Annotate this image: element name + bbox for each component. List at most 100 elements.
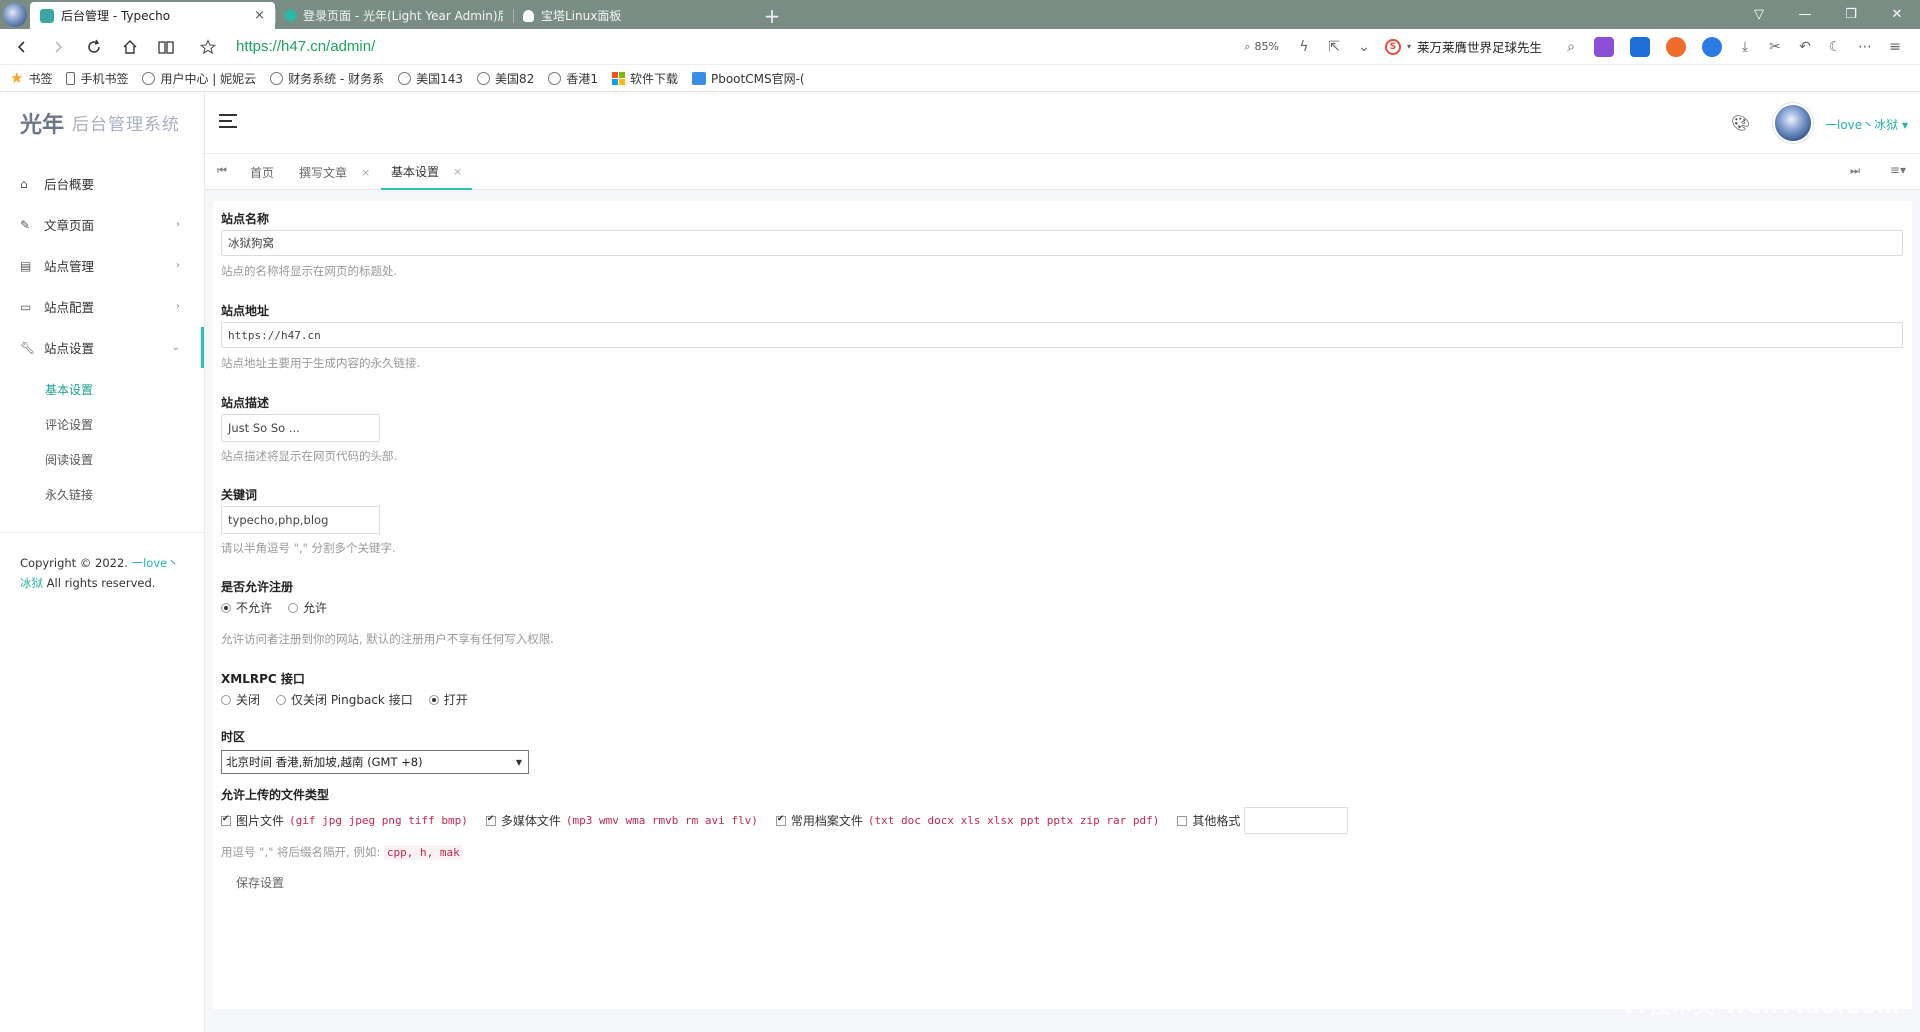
xmlrpc-pingback-off-radio[interactable]: 仅关闭 Pingback 接口: [276, 691, 413, 708]
filetype-other-checkbox[interactable]: 其他格式: [1177, 812, 1240, 829]
bookmark-item[interactable]: 用户中心 | 妮妮云: [142, 70, 256, 87]
filetype-archive-checkbox[interactable]: 常用档案文件 (txt doc docx xls xlsx ppt pptx z…: [775, 812, 1159, 829]
dropdown-arrow-icon: ▼: [515, 757, 522, 767]
close-icon[interactable]: ×: [453, 165, 462, 178]
scissors-icon[interactable]: ✂: [1760, 39, 1790, 55]
site-desc-label: 站点描述: [221, 396, 270, 410]
bookmark-folder[interactable]: ★ 书签: [10, 69, 52, 87]
bookmark-item[interactable]: 香港1: [548, 70, 598, 87]
xmlrpc-options: 关闭 仅关闭 Pingback 接口 打开: [221, 691, 484, 708]
register-help: 允许访问者注册到你的网站, 默认的注册用户不享有任何写入权限.: [221, 632, 554, 646]
keywords-input[interactable]: typecho,php,blog: [221, 506, 380, 534]
back-icon[interactable]: [4, 29, 40, 65]
filetype-images-checkbox[interactable]: 图片文件 (gif jpg jpeg png tiff bmp): [221, 812, 468, 829]
reload-icon[interactable]: [76, 29, 112, 65]
filetypes-help: 用逗号 "," 将后缀名隔开, 例如: cpp, h, mak: [221, 844, 463, 860]
other-format-input[interactable]: [1244, 807, 1349, 834]
home-icon[interactable]: [112, 29, 148, 65]
globe-icon: [548, 71, 562, 85]
bookmark-mobile[interactable]: 手机书签: [66, 70, 128, 87]
globe-icon: [398, 71, 412, 85]
site-url-input[interactable]: https://h47.cn: [221, 322, 1903, 348]
register-deny-radio[interactable]: 不允许: [221, 599, 272, 616]
site-desc-input[interactable]: Just So So ...: [221, 414, 380, 442]
tabs-menu-icon[interactable]: ≡▾: [1890, 163, 1906, 177]
submenu-permalink[interactable]: 永久链接: [0, 477, 204, 512]
sidebar-item-site-config[interactable]: ▭ 站点配置 ›: [0, 286, 204, 327]
new-tab-button[interactable]: +: [753, 2, 791, 29]
xmlrpc-off-radio[interactable]: 关闭: [221, 691, 260, 708]
sidebar-item-overview[interactable]: ⌂ 后台概要: [0, 163, 204, 204]
hamburger-icon[interactable]: [219, 114, 237, 128]
site-url-label: 站点地址: [221, 304, 270, 318]
browser-tab-strip: 后台管理 - Typecho × 登录页面 - 光年(Light Year Ad…: [0, 0, 1920, 29]
reading-mode-icon[interactable]: [148, 29, 184, 65]
shield-icon: [523, 9, 534, 22]
site-desc-help: 站点描述将显示在网页代码的头部.: [221, 449, 398, 463]
submenu-basic[interactable]: 基本设置: [0, 372, 204, 407]
chevron-down-icon[interactable]: ⌄: [1349, 39, 1379, 55]
bookmark-item[interactable]: 美国143: [398, 70, 463, 87]
share-icon[interactable]: ⇱: [1319, 39, 1349, 55]
restore-icon[interactable]: ❐: [1828, 7, 1874, 22]
more-icon[interactable]: ⋯: [1850, 39, 1880, 55]
close-window-icon[interactable]: ✕: [1874, 7, 1920, 22]
gamepad-icon[interactable]: [1666, 36, 1686, 57]
zoom-indicator[interactable]: ⌕ 85%: [1234, 40, 1289, 54]
star-icon: ★: [10, 69, 24, 87]
infinity-ext-icon[interactable]: [1702, 36, 1722, 57]
bookmark-item[interactable]: 美国82: [477, 70, 534, 87]
logo[interactable]: 光年 后台管理系统: [0, 92, 204, 153]
submenu-reading[interactable]: 阅读设置: [0, 442, 204, 477]
profile-avatar[interactable]: [0, 0, 30, 29]
chevron-right-icon: ›: [176, 301, 180, 312]
bookmark-item[interactable]: PbootCMS官网-(: [691, 70, 805, 87]
watermark: IT技术文 WenYtao.Com: [1625, 994, 1900, 1018]
minimize-icon[interactable]: —: [1782, 7, 1828, 22]
favorite-star-icon[interactable]: [190, 29, 226, 65]
menu-icon[interactable]: ≡: [1880, 39, 1910, 55]
last-tab-icon[interactable]: ⏭: [1850, 164, 1860, 178]
sidebar-item-site-settings[interactable]: 🔧︎ 站点设置 ⌄: [0, 327, 204, 368]
palette-icon[interactable]: 🎨︎: [1731, 114, 1750, 132]
site-name-input[interactable]: 冰狱狗窝: [221, 230, 1903, 256]
news-ticker[interactable]: S ▾ 莱万莱膺世界足球先生: [1379, 37, 1556, 56]
wrench-icon: 🔧︎: [20, 340, 36, 355]
browser-tab-login[interactable]: 登录页面 - 光年(Light Year Admin)后: [275, 2, 513, 29]
download-icon[interactable]: ⤓: [1730, 39, 1760, 55]
sidebar-item-site-manage[interactable]: ▤ 站点管理 ›: [0, 245, 204, 286]
search-icon[interactable]: ⌕: [1556, 39, 1586, 55]
forward-icon[interactable]: [40, 29, 76, 65]
tab-write-article[interactable]: 撰写文章 ×: [299, 154, 370, 190]
filetype-media-checkbox[interactable]: 多媒体文件 (mp3 wmv wma rmvb rm avi flv): [485, 812, 758, 829]
avatar[interactable]: [1773, 103, 1813, 143]
sidebar-item-articles[interactable]: ✎ 文章页面 ›: [0, 204, 204, 245]
lightning-icon[interactable]: ϟ: [1289, 39, 1319, 55]
translate-ext-icon[interactable]: [1594, 36, 1614, 57]
user-name[interactable]: 一love丶冰狱 ▾: [1825, 116, 1908, 133]
save-button[interactable]: 保存设置: [226, 870, 295, 895]
browser-tab-baota[interactable]: 宝塔Linux面板: [513, 2, 753, 29]
home-icon: ⌂: [20, 176, 28, 191]
window-controls: ▽ — ❐ ✕: [1736, 0, 1920, 29]
tab-home[interactable]: 首页: [250, 154, 274, 190]
bookmark-item[interactable]: 软件下载: [611, 70, 678, 87]
shirt-icon[interactable]: ▽: [1736, 7, 1782, 22]
bookmark-item[interactable]: 财务系统 - 财务系: [270, 70, 384, 87]
close-icon[interactable]: ×: [254, 8, 265, 23]
table-icon: ▤: [20, 258, 32, 273]
timezone-select[interactable]: 北京时间 香港,新加坡,越南 (GMT +8) ▼: [221, 750, 529, 774]
undo-icon[interactable]: ↶: [1790, 39, 1820, 55]
first-tab-icon[interactable]: ⏮: [217, 164, 227, 178]
sidebar-menu: ⌂ 后台概要 ✎ 文章页面 › ▤ 站点管理 › ▭ 站点配置 › 🔧︎ 站点设…: [0, 163, 204, 520]
xmlrpc-on-radio[interactable]: 打开: [428, 691, 468, 708]
browser-tab-typecho[interactable]: 后台管理 - Typecho ×: [30, 2, 275, 29]
topbar: 🎨︎ 一love丶冰狱 ▾: [205, 92, 1920, 154]
url-input[interactable]: https://h47.cn/admin/: [236, 38, 375, 55]
register-allow-radio[interactable]: 允许: [288, 599, 327, 616]
tab-ext-icon[interactable]: [1630, 36, 1650, 57]
close-icon[interactable]: ×: [361, 166, 370, 179]
moon-icon[interactable]: ☾: [1820, 39, 1850, 55]
submenu-comments[interactable]: 评论设置: [0, 407, 204, 442]
tab-basic-settings[interactable]: 基本设置 ×: [381, 154, 473, 190]
